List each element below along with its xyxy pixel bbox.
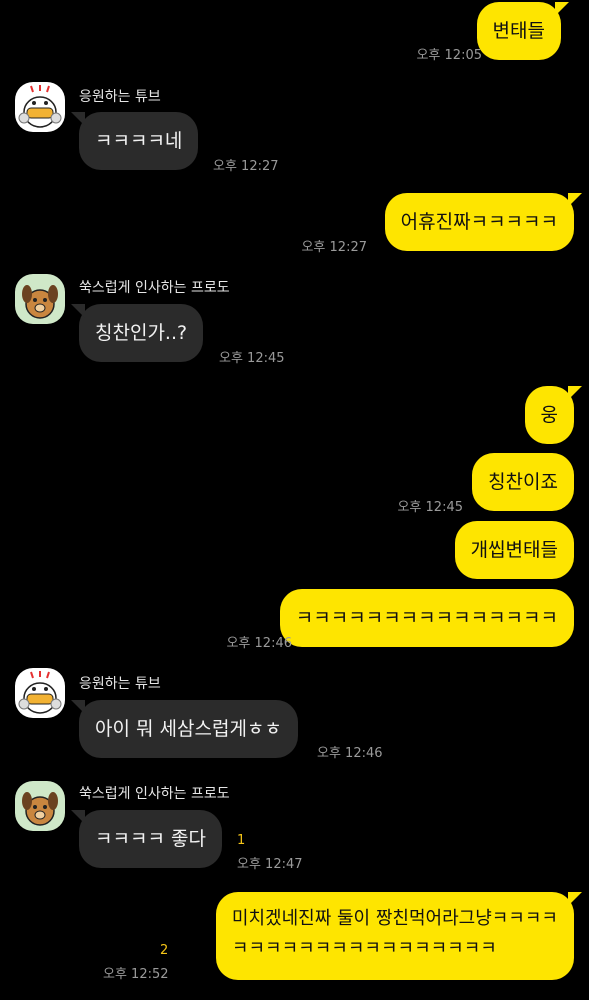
message-bubble[interactable]: 칭찬이죠 (472, 453, 574, 511)
sender-name: 쑥스럽게 인사하는 프로도 (79, 786, 230, 802)
tube-avatar-icon (18, 671, 62, 714)
message-bubble[interactable]: 웅 (524, 386, 583, 444)
message-text: 변태들 (492, 20, 545, 42)
message-text: 칭찬이죠 (488, 471, 558, 493)
message-time: 오후 12:27 (213, 159, 279, 174)
unread-count: 2 (160, 943, 169, 958)
message-text: ㅋㅋㅋㅋ 좋다 (95, 828, 206, 850)
message-text: 어휴진짜ㅋㅋㅋㅋㅋ (400, 211, 558, 233)
message-bubble[interactable]: ㅋㅋㅋㅋ 좋다 (71, 810, 222, 868)
message-bubble[interactable]: 아이 뭐 세삼스럽게ㅎㅎ (71, 700, 298, 758)
message-text: ㅋㅋㅋㅋ네 (95, 130, 183, 152)
sender-name: 응원하는 튜브 (79, 89, 161, 105)
sender-name: 응원하는 튜브 (79, 676, 161, 692)
message-bubble[interactable]: 개씹변태들 (454, 521, 574, 579)
unread-count: 1 (237, 833, 246, 848)
message-bubble[interactable]: 미치겠네진짜 둘이 짱친먹어라그냥ㅋㅋㅋㅋ ㅋㅋㅋㅋㅋㅋㅋㅋㅋㅋㅋㅋㅋㅋㅋㅋ (215, 892, 583, 980)
message-text-line: 미치겠네진짜 둘이 짱친먹어라그냥ㅋㅋㅋㅋ (231, 908, 558, 929)
avatar[interactable] (15, 82, 65, 132)
avatar[interactable] (15, 668, 65, 718)
message-text: 개씹변태들 (470, 539, 558, 561)
message-time: 오후 12:46 (226, 636, 292, 651)
message-time: 오후 12:45 (219, 351, 285, 366)
message-bubble[interactable]: 어휴진짜ㅋㅋㅋㅋㅋ (384, 193, 583, 251)
message-time: 오후 12:52 (103, 967, 169, 982)
message-time: 오후 12:45 (397, 500, 463, 515)
message-bubble[interactable]: 변태들 (476, 2, 570, 60)
message-time: 오후 12:47 (237, 857, 303, 872)
message-text: 웅 (540, 404, 558, 426)
avatar[interactable] (15, 274, 65, 324)
frodo-avatar-icon (22, 285, 58, 319)
message-text-line: ㅋㅋㅋㅋㅋㅋㅋㅋㅋㅋㅋㅋㅋㅋㅋㅋ (231, 938, 497, 959)
message-bubble[interactable]: ㅋㅋㅋㅋ네 (70, 112, 199, 170)
message-time: 오후 12:05 (416, 48, 482, 63)
message-bubble[interactable]: 칭찬인가..? (70, 304, 204, 362)
frodo-avatar-icon (22, 792, 58, 826)
message-bubble[interactable]: ㅋㅋㅋㅋㅋㅋㅋㅋㅋㅋㅋㅋㅋㅋㅋ (279, 589, 574, 647)
message-time: 오후 12:46 (317, 746, 383, 761)
tube-avatar-icon (18, 85, 62, 128)
avatar[interactable] (15, 781, 65, 831)
message-text: 칭찬인가..? (95, 322, 188, 344)
sender-name: 쑥스럽게 인사하는 프로도 (79, 280, 230, 296)
message-text: 아이 뭐 세삼스럽게ㅎㅎ (95, 718, 282, 740)
message-text: ㅋㅋㅋㅋㅋㅋㅋㅋㅋㅋㅋㅋㅋㅋㅋ (295, 607, 558, 629)
message-time: 오후 12:27 (301, 240, 367, 255)
